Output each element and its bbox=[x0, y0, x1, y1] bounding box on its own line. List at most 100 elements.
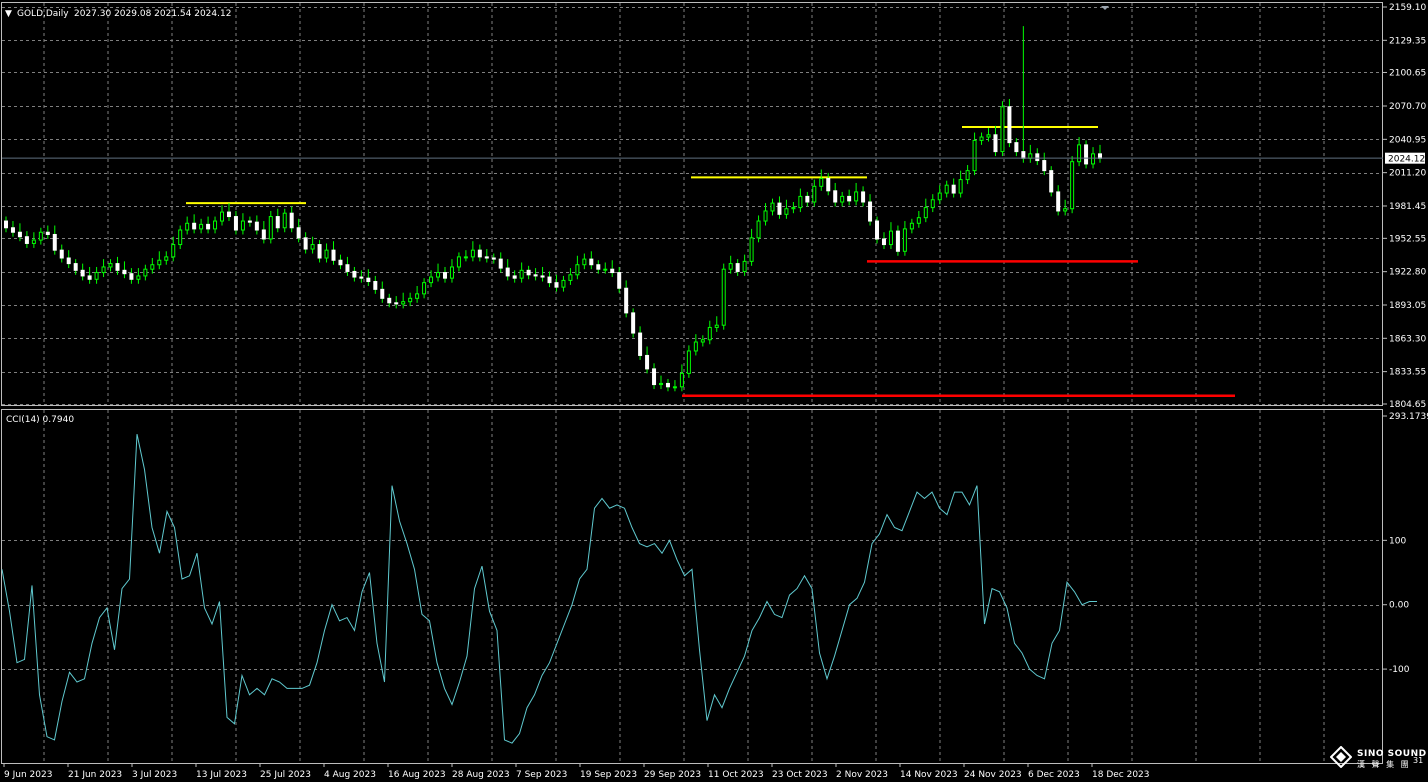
candle-body[interactable] bbox=[442, 272, 447, 279]
candle-body[interactable] bbox=[909, 222, 914, 230]
candle-body[interactable] bbox=[902, 228, 907, 252]
candle-body[interactable] bbox=[875, 220, 880, 240]
candle-body[interactable] bbox=[1035, 153, 1040, 162]
candle-body[interactable] bbox=[672, 386, 677, 389]
candle-body[interactable] bbox=[394, 302, 399, 305]
candle-body[interactable] bbox=[31, 239, 36, 244]
candle-body[interactable] bbox=[1063, 208, 1068, 212]
candle-body[interactable] bbox=[498, 258, 503, 269]
candle-body[interactable] bbox=[693, 341, 698, 352]
candle-body[interactable] bbox=[1028, 153, 1033, 159]
candle-body[interactable] bbox=[568, 274, 573, 281]
candle-body[interactable] bbox=[937, 192, 942, 201]
candle-body[interactable] bbox=[735, 263, 740, 272]
candle-body[interactable] bbox=[143, 268, 148, 277]
candle-body[interactable] bbox=[436, 272, 441, 278]
candle-body[interactable] bbox=[638, 332, 643, 356]
candle-body[interactable] bbox=[1077, 144, 1082, 163]
candle-body[interactable] bbox=[819, 177, 824, 187]
candle-body[interactable] bbox=[700, 339, 705, 343]
candle-body[interactable] bbox=[220, 211, 225, 222]
candle-body[interactable] bbox=[94, 272, 99, 280]
candle-body[interactable] bbox=[868, 201, 873, 222]
candle-body[interactable] bbox=[422, 282, 427, 295]
candle-body[interactable] bbox=[826, 177, 831, 192]
candle-body[interactable] bbox=[373, 281, 378, 290]
candle-body[interactable] bbox=[477, 249, 482, 258]
candle-body[interactable] bbox=[73, 263, 78, 271]
candle-body[interactable] bbox=[881, 238, 886, 246]
candle-body[interactable] bbox=[310, 244, 315, 250]
candle-body[interactable] bbox=[247, 220, 252, 223]
candle-body[interactable] bbox=[449, 266, 454, 279]
candle-body[interactable] bbox=[833, 190, 838, 203]
candle-body[interactable] bbox=[965, 170, 970, 181]
candle-body[interactable] bbox=[296, 227, 301, 239]
candle-body[interactable] bbox=[540, 275, 545, 278]
candle-body[interactable] bbox=[178, 229, 183, 246]
candle-body[interactable] bbox=[686, 350, 691, 374]
candle-body[interactable] bbox=[1098, 153, 1102, 159]
candle-body[interactable] bbox=[659, 382, 664, 386]
candle-body[interactable] bbox=[456, 256, 461, 268]
candle-body[interactable] bbox=[352, 270, 357, 278]
candle-body[interactable] bbox=[415, 293, 420, 299]
candle-body[interactable] bbox=[213, 220, 218, 230]
candle-body[interactable] bbox=[171, 244, 176, 258]
candle-body[interactable] bbox=[749, 237, 754, 262]
candle-body[interactable] bbox=[366, 277, 371, 283]
candle-body[interactable] bbox=[45, 231, 50, 235]
candle-body[interactable] bbox=[756, 220, 761, 239]
candle-body[interactable] bbox=[491, 257, 496, 260]
candle-body[interactable] bbox=[798, 195, 803, 209]
candle-body[interactable] bbox=[10, 227, 15, 233]
candle-body[interactable] bbox=[136, 275, 141, 280]
candle-body[interactable] bbox=[596, 264, 601, 270]
candle-body[interactable] bbox=[519, 269, 524, 279]
candle-body[interactable] bbox=[1007, 106, 1012, 144]
candle-body[interactable] bbox=[972, 139, 977, 172]
candle-body[interactable] bbox=[1042, 160, 1047, 172]
candle-body[interactable] bbox=[923, 207, 928, 219]
candle-body[interactable] bbox=[1056, 191, 1061, 212]
candle-body[interactable] bbox=[345, 264, 350, 272]
candle-body[interactable] bbox=[784, 208, 789, 215]
candle-body[interactable] bbox=[777, 202, 782, 215]
candle-body[interactable] bbox=[665, 382, 670, 388]
candle-body[interactable] bbox=[728, 263, 733, 270]
candle-body[interactable] bbox=[1070, 161, 1075, 210]
candle-body[interactable] bbox=[282, 212, 287, 229]
candle-body[interactable] bbox=[199, 223, 204, 230]
candle-body[interactable] bbox=[714, 324, 719, 328]
candle-body[interactable] bbox=[791, 207, 796, 210]
candle-body[interactable] bbox=[707, 326, 712, 341]
candle-body[interactable] bbox=[401, 301, 406, 305]
candle-body[interactable] bbox=[603, 268, 608, 271]
candle-body[interactable] bbox=[652, 368, 657, 386]
candle-body[interactable] bbox=[87, 275, 92, 280]
candle-body[interactable] bbox=[561, 279, 566, 288]
candle-body[interactable] bbox=[854, 191, 859, 202]
candle-body[interactable] bbox=[979, 136, 984, 141]
candle-body[interactable] bbox=[66, 257, 71, 265]
candle-body[interactable] bbox=[150, 264, 155, 270]
candle-body[interactable] bbox=[1091, 153, 1096, 165]
candle-body[interactable] bbox=[951, 184, 956, 194]
header-arrow[interactable]: ▼ bbox=[5, 9, 12, 19]
candle-body[interactable] bbox=[122, 269, 127, 275]
candle-body[interactable] bbox=[617, 272, 622, 289]
candle-body[interactable] bbox=[275, 216, 280, 229]
candle-body[interactable] bbox=[812, 185, 817, 203]
candle-body[interactable] bbox=[512, 275, 517, 279]
candle-body[interactable] bbox=[52, 233, 57, 251]
candle-body[interactable] bbox=[429, 276, 434, 284]
candle-body[interactable] bbox=[233, 216, 238, 231]
candle-body[interactable] bbox=[254, 221, 259, 231]
candle-body[interactable] bbox=[582, 258, 587, 266]
candle-body[interactable] bbox=[944, 184, 949, 194]
candle-body[interactable] bbox=[38, 231, 43, 241]
candle-body[interactable] bbox=[888, 230, 893, 246]
candle-body[interactable] bbox=[380, 288, 385, 299]
candle-body[interactable] bbox=[547, 276, 552, 284]
candle-body[interactable] bbox=[533, 274, 538, 277]
